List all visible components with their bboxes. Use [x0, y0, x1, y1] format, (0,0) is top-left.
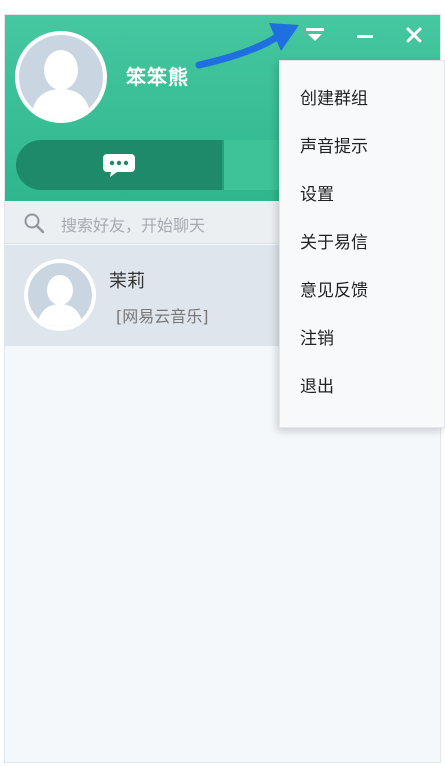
- contact-avatar: [24, 259, 96, 331]
- contact-name: 茉莉: [109, 271, 145, 292]
- chat-bubble-icon: [103, 154, 135, 177]
- menu-item-logout[interactable]: 注销: [280, 319, 444, 359]
- menu-item-create-group[interactable]: 创建群组: [280, 79, 444, 119]
- minimize-button[interactable]: [350, 21, 380, 49]
- menu-item-feedback[interactable]: 意见反馈: [280, 271, 444, 311]
- default-avatar-icon: [37, 275, 83, 327]
- menu-item-sound-alert[interactable]: 声音提示: [280, 127, 444, 167]
- profile-username: 笨笨熊: [126, 65, 189, 89]
- menu-item-settings[interactable]: 设置: [280, 175, 444, 215]
- pointer-arrow-icon: [195, 23, 299, 69]
- search-placeholder: 搜索好友，开始聊天: [61, 216, 206, 235]
- menu-item-exit[interactable]: 退出: [280, 367, 444, 407]
- menu-caret-icon: [306, 28, 324, 41]
- close-button[interactable]: [399, 21, 429, 49]
- profile-avatar[interactable]: [15, 31, 107, 123]
- search-icon: [24, 213, 45, 234]
- menu-item-about[interactable]: 关于易信: [280, 223, 444, 263]
- contact-status: [网易云音乐]: [116, 307, 209, 326]
- tab-chats[interactable]: [16, 140, 222, 190]
- close-icon: [406, 27, 422, 43]
- minimize-icon: [357, 35, 373, 38]
- default-avatar-icon: [31, 50, 91, 119]
- main-menu-dropdown: 创建群组 声音提示 设置 关于易信 意见反馈 注销 退出: [279, 60, 445, 428]
